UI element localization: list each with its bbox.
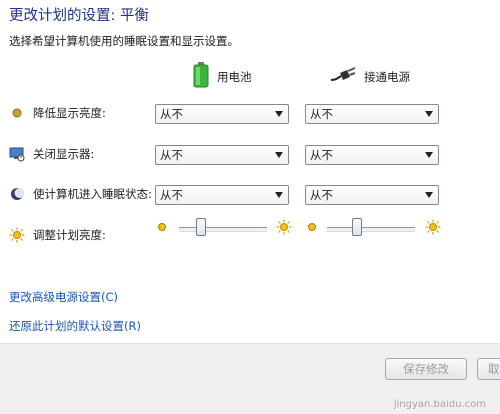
column-label-plugged: 接通电源 (364, 69, 410, 84)
brightness-battery-slider[interactable] (179, 218, 267, 238)
sleep-plugged-select[interactable]: 从不 (305, 185, 439, 205)
select-value: 从不 (160, 188, 183, 202)
sleep-battery-select[interactable]: 从不 (155, 185, 289, 205)
slider-thumb[interactable] (352, 218, 362, 236)
brightness-low-icon (307, 222, 317, 235)
save-button[interactable]: 保存修改 (385, 358, 467, 380)
sleep-moon-icon (9, 186, 25, 202)
monitor-off-icon (9, 146, 25, 162)
column-header-plugged: 接通电源 (330, 66, 410, 87)
row-label-text: 使计算机进入睡眠状态: (33, 187, 152, 201)
select-value: 从不 (310, 148, 333, 162)
chevron-down-icon (425, 152, 433, 158)
brightness-high-icon (276, 219, 292, 238)
row-label-sleep: 使计算机进入睡眠状态: (9, 186, 152, 202)
row-label-turn-off-display: 关闭显示器: (9, 146, 94, 162)
dim-display-icon (9, 105, 25, 121)
watermark: jingyan.baidu.com (393, 399, 486, 410)
dim-display-plugged-select[interactable]: 从不 (305, 104, 439, 124)
page-title: 更改计划的设置: 平衡 (9, 8, 149, 24)
battery-icon (193, 62, 209, 91)
slider-track (327, 227, 415, 232)
row-label-text: 关闭显示器: (33, 147, 95, 161)
brightness-icon (9, 227, 25, 243)
chevron-down-icon (275, 111, 283, 117)
row-label-dim-display: 降低显示亮度: (9, 105, 106, 121)
turn-off-display-plugged-select[interactable]: 从不 (305, 145, 439, 165)
chevron-down-icon (425, 111, 433, 117)
select-value: 从不 (310, 107, 333, 121)
brightness-high-icon (425, 219, 441, 238)
select-value: 从不 (160, 148, 183, 162)
select-value: 从不 (310, 188, 333, 202)
row-label-text: 调整计划亮度: (33, 228, 106, 242)
select-value: 从不 (160, 107, 183, 121)
advanced-power-settings-link[interactable]: 更改高级电源设置(C) (9, 289, 118, 305)
row-label-brightness: 调整计划亮度: (9, 227, 106, 243)
slider-thumb[interactable] (196, 218, 206, 236)
column-label-battery: 用电池 (217, 69, 252, 84)
brightness-plugged-slider[interactable] (327, 218, 415, 238)
chevron-down-icon (425, 192, 433, 198)
chevron-down-icon (275, 192, 283, 198)
footer-bar: 保存修改 取消 jingyan.baidu.com (0, 343, 500, 414)
cancel-button[interactable]: 取消 (477, 358, 500, 380)
page-subtitle: 选择希望计算机使用的睡眠设置和显示设置。 (9, 34, 239, 48)
turn-off-display-battery-select[interactable]: 从不 (155, 145, 289, 165)
dim-display-battery-select[interactable]: 从不 (155, 104, 289, 124)
row-label-text: 降低显示亮度: (33, 106, 106, 120)
column-header-battery: 用电池 (193, 62, 252, 91)
brightness-low-icon (157, 222, 167, 235)
restore-defaults-link[interactable]: 还原此计划的默认设置(R) (9, 318, 141, 334)
chevron-down-icon (275, 152, 283, 158)
power-plug-icon (330, 66, 356, 87)
slider-track (179, 227, 267, 232)
